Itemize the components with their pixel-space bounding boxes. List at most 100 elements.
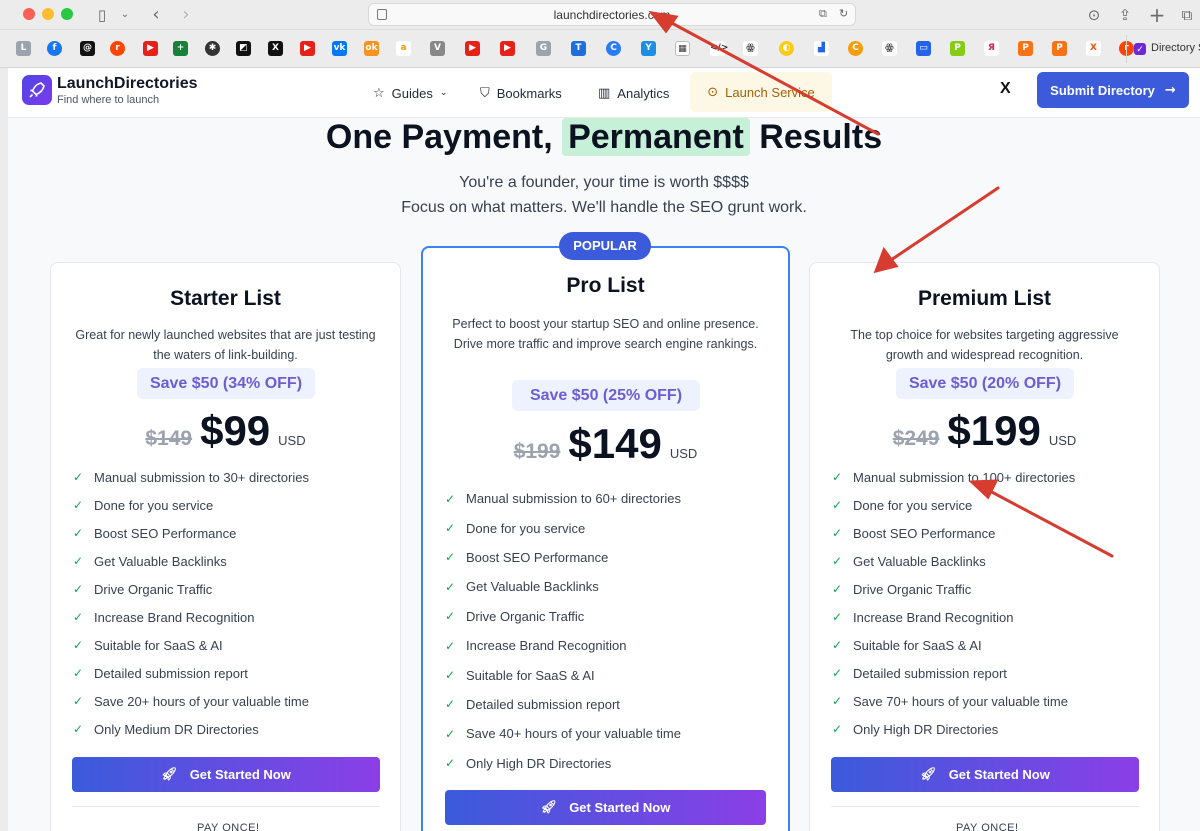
check-icon: ✓ (73, 610, 84, 624)
feature-item: ✓ Suitable for SaaS & AI (73, 631, 390, 659)
price-row: $249 $199 USD (810, 407, 1159, 455)
v-icon[interactable]: V (430, 41, 445, 56)
p-orange-icon[interactable]: P (1018, 41, 1033, 56)
new-tab-icon[interactable]: + (1147, 5, 1167, 25)
divider (831, 806, 1139, 807)
minimize-window-button[interactable] (42, 8, 54, 20)
plan-description: The top choice for websites targeting ag… (850, 328, 1119, 362)
sidebar-toggle-icon[interactable]: ▯ (92, 5, 112, 25)
feature-text: Suitable for SaaS & AI (466, 667, 595, 683)
blue-square-icon[interactable]: ▭ (916, 41, 931, 56)
c-icon[interactable]: C (606, 41, 621, 56)
nav-guides[interactable]: ☆ Guides ⌄ (373, 80, 447, 106)
get-started-button[interactable]: 🚀︎ Get Started Now (72, 757, 380, 792)
submit-directory-label: Submit Directory (1050, 82, 1155, 98)
check-circle-icon: ⊙ (707, 84, 719, 100)
x-icon[interactable]: X (268, 41, 283, 56)
feature-item: ✓ Drive Organic Traffic (445, 602, 778, 631)
reddit-icon[interactable]: r (110, 41, 125, 56)
p-orange-icon[interactable]: P (1052, 41, 1067, 56)
stats-icon[interactable]: ▟ (814, 41, 829, 56)
get-started-button[interactable]: 🚀︎ Get Started Now (445, 790, 766, 825)
feature-item: ✓ Only High DR Directories (445, 749, 778, 778)
g-icon[interactable]: G (536, 41, 551, 56)
feature-item: ✓ Boost SEO Performance (445, 543, 778, 572)
download-icon[interactable]: ⊙ (1084, 5, 1104, 25)
check-icon: ✓ (445, 609, 456, 624)
feature-item: ✓ Detailed submission report (832, 659, 1149, 687)
x-orange-icon[interactable]: X (1086, 41, 1101, 56)
feature-text: Increase Brand Recognition (466, 638, 627, 654)
submit-directory-button[interactable]: Submit Directory → (1037, 72, 1189, 108)
settings-icon[interactable]: ✱ (205, 41, 220, 56)
title-prefix: One Payment, (325, 118, 553, 156)
youtube-icon[interactable]: ▶ (500, 41, 515, 56)
reload-icon[interactable]: ↻ (839, 7, 848, 20)
back-arrow-icon[interactable]: ‹ (146, 5, 166, 25)
t-icon[interactable]: T (571, 41, 586, 56)
vk-icon[interactable]: vk (332, 41, 347, 56)
divider (72, 806, 380, 807)
translate-icon[interactable]: ⧉ (819, 7, 827, 21)
plan-description: Perfect to boost your startup SEO and on… (452, 317, 759, 351)
feature-text: Save 70+ hours of your valuable time (853, 693, 1068, 709)
bookmark-icon[interactable]: L (16, 41, 31, 56)
app-icon[interactable]: ◩ (236, 41, 251, 56)
x-social-link[interactable]: X (1000, 80, 1011, 98)
cta-label: Get Started Now (189, 767, 291, 782)
youtube-icon[interactable]: ▶ (143, 41, 158, 56)
logo[interactable] (22, 75, 52, 105)
feature-text: Boost SEO Performance (853, 525, 996, 541)
nav-analytics[interactable]: ▥ Analytics (598, 80, 669, 106)
c-orange-icon[interactable]: C (848, 41, 863, 56)
nav-launch-service[interactable]: ⊙ Launch Service (690, 72, 832, 112)
forward-arrow-icon[interactable]: › (176, 5, 196, 25)
check-icon: ✓ (73, 498, 84, 512)
ok-icon[interactable]: ok (364, 41, 379, 56)
feature-text: Drive Organic Traffic (94, 581, 213, 597)
chevron-down-icon[interactable]: ⌄ (115, 5, 135, 25)
facebook-icon[interactable]: f (47, 41, 62, 56)
y-icon[interactable]: Y (641, 41, 656, 56)
p-green-icon[interactable]: P (950, 41, 965, 56)
share-icon[interactable]: ⇪ (1115, 5, 1135, 25)
hieroglyph-icon[interactable]: ꙮ (882, 41, 897, 56)
close-window-button[interactable] (23, 8, 35, 20)
code-icon[interactable]: </> (710, 41, 728, 56)
threads-icon[interactable]: @ (80, 41, 95, 56)
youtube-icon[interactable]: ▶ (300, 41, 315, 56)
feature-item: ✓ Increase Brand Recognition (73, 603, 390, 631)
tab-overview-icon[interactable]: ⧉ (1177, 5, 1197, 25)
bookmark-directory-label[interactable]: Directory S (1151, 42, 1200, 54)
yandex-icon[interactable]: Я (984, 41, 999, 56)
page-title: One Payment, Permanent Results (8, 118, 1200, 157)
directory-icon[interactable]: ✓ (1134, 43, 1146, 55)
grid-icon[interactable]: ▦ (675, 41, 690, 56)
feature-text: Manual submission to 100+ directories (853, 469, 1076, 485)
browser-titlebar: ▯ ⌄ ‹ › launchdirectories.com ⧉ ↻ ⊙ ⇪ + … (0, 0, 1200, 30)
gemini-icon[interactable]: ◐ (779, 41, 794, 56)
check-icon: ✓ (73, 526, 84, 540)
hieroglyph-icon[interactable]: ꙮ (743, 41, 758, 56)
feature-item: ✓ Done for you service (445, 513, 778, 542)
amazon-icon[interactable]: a (396, 41, 411, 56)
check-icon: ✓ (832, 722, 843, 736)
check-icon: ✓ (832, 638, 843, 652)
feature-item: ✓ Boost SEO Performance (73, 519, 390, 547)
get-started-button[interactable]: 🚀︎ Get Started Now (831, 757, 1139, 792)
sheets-icon[interactable]: + (173, 41, 188, 56)
feature-item: ✓ Save 20+ hours of your valuable time (73, 687, 390, 715)
youtube-icon[interactable]: ▶ (465, 41, 480, 56)
discount-badge: Save $50 (34% OFF) (137, 368, 315, 399)
zoom-window-button[interactable] (61, 8, 73, 20)
pro-plan-card: Pro List Perfect to boost your startup S… (421, 246, 790, 831)
logo-name[interactable]: LaunchDirectories (57, 75, 197, 93)
address-bar[interactable]: launchdirectories.com ⧉ ↻ (368, 3, 856, 26)
nav-bookmarks[interactable]: ⛉ Bookmarks (480, 80, 562, 106)
star-icon: ☆ (373, 85, 385, 101)
check-icon: ✓ (445, 697, 456, 712)
check-icon: ✓ (832, 666, 843, 680)
feature-text: Detailed submission report (853, 665, 1007, 681)
url-text: launchdirectories.com (553, 8, 671, 22)
check-icon: ✓ (73, 694, 84, 708)
